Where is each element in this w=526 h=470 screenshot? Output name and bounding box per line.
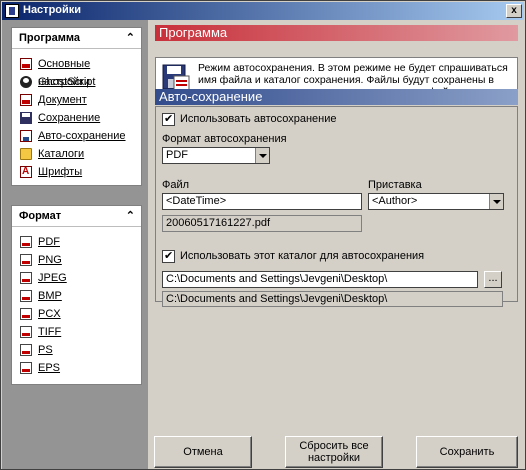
collapse-chevron-icon[interactable]: ⌃ xyxy=(126,209,135,222)
dropdown-arrow-icon[interactable] xyxy=(489,194,503,209)
collapse-chevron-icon[interactable]: ⌃ xyxy=(126,31,135,44)
close-button[interactable]: x xyxy=(506,4,522,18)
autosave-section-header: Авто-сохранение xyxy=(155,89,518,105)
format-label: Формат автосохранения xyxy=(162,133,287,145)
title-bar[interactable]: Настройки x xyxy=(2,2,524,20)
sidebar-item-autosave[interactable]: Авто-сохранение xyxy=(20,127,141,145)
floppy-icon xyxy=(20,112,32,124)
fonts-icon xyxy=(20,163,32,181)
format-item-ps[interactable]: PS xyxy=(20,341,141,359)
file-name-preview: 20060517161227.pdf xyxy=(162,215,362,232)
format-select-value: PDF xyxy=(166,149,188,161)
sidebar-item-directories[interactable]: Каталоги xyxy=(20,145,141,163)
format-item-png[interactable]: PNG xyxy=(20,251,141,269)
format-item-eps[interactable]: EPS xyxy=(20,359,141,377)
window-title: Настройки xyxy=(23,4,82,16)
sidebar: Программа ⌃ Основные настройки GhostScri… xyxy=(2,20,148,469)
autosave-icon xyxy=(20,130,32,142)
program-panel: Программа ⌃ Основные настройки GhostScri… xyxy=(11,27,142,186)
file-label: Файл xyxy=(162,179,190,191)
file-name-input[interactable]: <DateTime> xyxy=(162,193,362,210)
jpeg-file-icon xyxy=(20,272,32,284)
format-item-bmp[interactable]: BMP xyxy=(20,287,141,305)
main-content: Программа Режим автосохранения. В этом р… xyxy=(150,20,525,469)
ghostscript-icon xyxy=(20,76,32,88)
document-icon xyxy=(20,58,32,70)
prefix-select[interactable]: <Author> xyxy=(368,193,504,210)
sidebar-item-general[interactable]: Основные настройки xyxy=(20,55,141,88)
pcx-file-icon xyxy=(20,308,32,320)
pdf-file-icon xyxy=(20,236,32,248)
use-autosave-checkbox[interactable] xyxy=(162,112,175,126)
prefix-label: Приставка xyxy=(368,179,422,191)
format-panel: Формат ⌃ PDF PNG JPEG BMP PCX TIFF PS EP… xyxy=(11,205,142,385)
sidebar-item-fonts[interactable]: Шрифты xyxy=(20,163,141,181)
autosave-panel: Использовать автосохранение Формат автос… xyxy=(155,106,518,307)
settings-window: Настройки x Программа ⌃ Основные настрой… xyxy=(0,0,526,470)
ps-file-icon xyxy=(20,344,32,356)
directory-input[interactable]: C:\Documents and Settings\Jevgeni\Deskto… xyxy=(162,271,478,288)
program-section-header: Программа xyxy=(155,25,518,41)
use-directory-label: Использовать этот каталог для автосохран… xyxy=(180,250,425,262)
use-directory-checkbox[interactable] xyxy=(162,249,175,263)
format-item-tiff[interactable]: TIFF xyxy=(20,323,141,341)
eps-file-icon xyxy=(20,362,32,374)
format-item-jpeg[interactable]: JPEG xyxy=(20,269,141,287)
browse-button[interactable]: ... xyxy=(484,271,502,288)
tiff-file-icon xyxy=(20,326,32,338)
dropdown-arrow-icon[interactable] xyxy=(255,148,269,163)
document-icon xyxy=(20,94,32,106)
program-panel-title: Программа xyxy=(19,32,81,44)
reset-settings-button[interactable]: Сбросить все настройки xyxy=(285,436,383,468)
sidebar-item-ghostscript[interactable]: GhostScript xyxy=(20,73,141,91)
save-button[interactable]: Сохранить xyxy=(416,436,518,468)
cancel-button[interactable]: Отмена xyxy=(154,436,252,468)
format-item-pdf[interactable]: PDF xyxy=(20,233,141,251)
program-panel-header[interactable]: Программа ⌃ xyxy=(12,28,141,49)
sidebar-item-document[interactable]: Документ xyxy=(20,91,141,109)
bmp-file-icon xyxy=(20,290,32,302)
format-panel-title: Формат xyxy=(19,210,62,222)
use-autosave-label: Использовать автосохранение xyxy=(180,113,337,125)
format-select[interactable]: PDF xyxy=(162,147,270,164)
sidebar-item-save[interactable]: Сохранение xyxy=(20,109,141,127)
format-item-pcx[interactable]: PCX xyxy=(20,305,141,323)
png-file-icon xyxy=(20,254,32,266)
directory-preview: C:\Documents and Settings\Jevgeni\Deskto… xyxy=(162,291,503,307)
app-icon xyxy=(5,4,19,18)
folder-icon xyxy=(20,148,32,160)
format-panel-header[interactable]: Формат ⌃ xyxy=(12,206,141,227)
